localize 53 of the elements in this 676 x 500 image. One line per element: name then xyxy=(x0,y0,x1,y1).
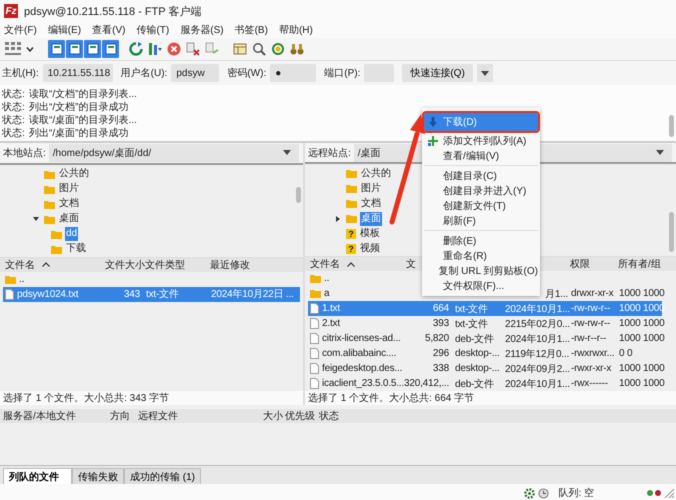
queue-status: 队列: 空 xyxy=(558,486,594,500)
table-cell-text: 1000 1000 xyxy=(618,378,662,389)
table-cell-text: txt-文件 xyxy=(454,302,489,316)
table-cell-text: 296 xyxy=(432,348,450,359)
table-cell-text: drwxr-xr-x xyxy=(570,288,614,299)
table-cell-text: 1000 1000 xyxy=(618,288,662,299)
site-label: 远程站点: xyxy=(308,146,351,160)
log-message: 列出“/文档”的目录成功 xyxy=(29,100,128,114)
table-cell-text: 664 xyxy=(432,303,450,314)
table-cell-text: 343 xyxy=(122,288,141,300)
table-cell-text: txt-文件 xyxy=(454,318,489,330)
port-label: 端口(P): xyxy=(324,66,360,80)
table-cell-text: txt-文件 xyxy=(145,288,180,302)
table-cell-text: 月1... xyxy=(544,288,568,300)
table-cell-text: 320,412,... xyxy=(404,378,450,389)
table-cell-text: -rwxrwxr... xyxy=(570,348,616,359)
table-cell-text: desktop-... xyxy=(454,348,500,359)
table-cell-text: 5,820 xyxy=(424,333,450,344)
table-cell-text: 2215年02月0... xyxy=(504,318,568,330)
selection-status: 选择了 1 个文件。大小总共: 343 字节 xyxy=(0,391,303,405)
table-cell-text: 1000 1000 xyxy=(618,318,662,329)
log-message: 读取“/文档”的目录列表... xyxy=(29,88,137,100)
table-cell-text: 1000 1000 xyxy=(618,363,662,374)
table-cell-text: 1000 1000 xyxy=(618,333,662,344)
log-label: 状态: xyxy=(2,114,26,126)
table-cell-text: -rwxr-xr-x xyxy=(570,363,612,374)
table-cell-text: 2024年09月2... xyxy=(504,362,568,376)
username-label: 用户名(U): xyxy=(120,66,168,80)
question-icon: ? xyxy=(346,244,356,254)
table-cell-text: 2024年10月22日 ... xyxy=(210,288,295,302)
table-cell-text: 0 0 xyxy=(618,348,634,359)
table-cell-text: 393 xyxy=(432,318,450,329)
table-cell-text: 2119年12月0... xyxy=(504,348,568,360)
app-logo: Fz xyxy=(4,4,18,18)
log-label: 状态: xyxy=(2,88,26,100)
table-cell-text: desktop-... xyxy=(454,363,500,374)
log-label: 状态: xyxy=(2,126,26,140)
table-cell-text: 2024年10月1... xyxy=(504,378,568,390)
log-label: 状态: xyxy=(2,100,26,114)
table-cell-text: 2024年10月1... xyxy=(504,302,568,316)
window-title: pdsyw@10.211.55.118 - FTP 客户端 xyxy=(24,4,202,18)
table-cell-text: deb-文件 xyxy=(454,332,495,346)
table-cell-text: 2024年10月1... xyxy=(504,332,568,346)
table-cell-text: -rw-rw-r-- xyxy=(570,318,612,329)
selection-status: 选择了 1 个文件。大小总共: 664 字节 xyxy=(305,391,676,405)
table-cell-text: 338 xyxy=(432,363,450,374)
host-label: 主机(H): xyxy=(2,66,39,80)
password-label: 密码(W): xyxy=(227,66,266,80)
log-message: 读取“/桌面”的目录列表... xyxy=(29,114,137,126)
site-label: 本地站点: xyxy=(3,146,46,160)
table-cell-text: deb-文件 xyxy=(454,378,495,390)
log-message: 列出“/桌面”的目录成功 xyxy=(29,126,128,140)
question-icon: ? xyxy=(346,228,356,238)
